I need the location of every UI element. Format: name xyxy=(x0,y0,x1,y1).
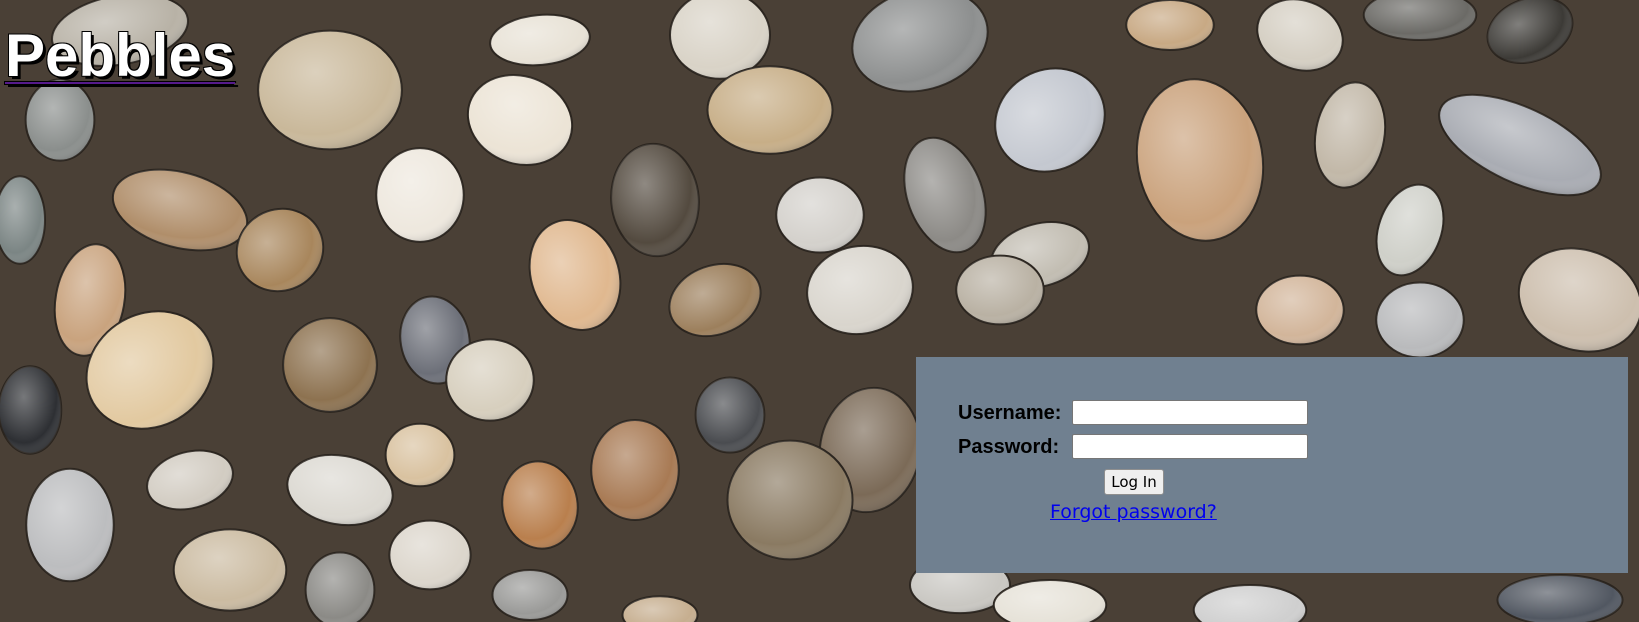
pebble-shading xyxy=(727,440,853,560)
pebble-shading xyxy=(446,339,534,421)
pebble-shading xyxy=(283,318,377,412)
pebble-shading xyxy=(492,570,568,620)
pebble-shading xyxy=(25,79,95,161)
pebble-shading xyxy=(0,366,62,454)
pebble-shading xyxy=(385,423,455,487)
login-button[interactable]: Log In xyxy=(1104,469,1164,495)
password-input[interactable] xyxy=(1072,434,1308,459)
password-row: Password: xyxy=(958,433,1059,461)
username-input[interactable] xyxy=(1072,400,1308,425)
site-title-link[interactable]: Pebbles xyxy=(5,26,235,86)
pebble-shading xyxy=(26,468,114,582)
pebble-shading xyxy=(956,255,1044,325)
login-panel: Username: Password: Log In Forgot passwo… xyxy=(916,357,1628,573)
pebble-shading xyxy=(1126,0,1214,50)
pebble-shading xyxy=(776,177,864,253)
password-label: Password: xyxy=(958,435,1060,458)
pebble-shading xyxy=(1256,275,1344,345)
pebble-shading xyxy=(695,377,765,453)
forgot-password-link[interactable]: Forgot password? xyxy=(1050,501,1217,523)
username-label: Username: xyxy=(958,401,1062,424)
pebble-shading xyxy=(591,420,679,520)
pebble-shading xyxy=(173,529,287,611)
username-row: Username: xyxy=(958,399,1061,427)
pebble-shading xyxy=(376,148,464,242)
pebble-shading xyxy=(1376,282,1464,358)
pebble-shading xyxy=(258,30,402,150)
page: Pebbles Username: Password: Log In Forgo… xyxy=(0,0,1639,622)
pebble-shading xyxy=(707,66,833,154)
pebble-shading xyxy=(389,520,471,590)
